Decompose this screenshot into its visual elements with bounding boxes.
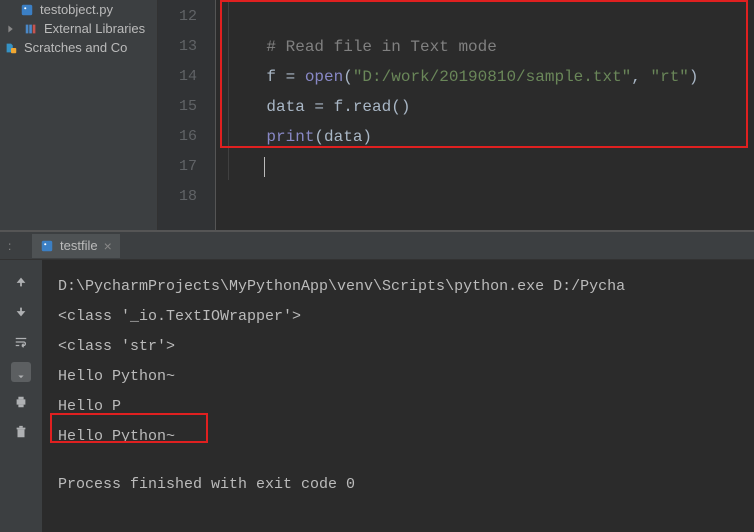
code-token: ) xyxy=(689,68,699,86)
line-number: 17 xyxy=(158,152,215,182)
sidebar-item-label: testobject.py xyxy=(40,2,113,17)
line-number: 13 xyxy=(158,32,215,62)
line-number: 18 xyxy=(158,182,215,212)
console-tab-testfile[interactable]: testfile × xyxy=(32,234,120,258)
console-line: D:\PycharmProjects\MyPythonApp\venv\Scri… xyxy=(58,272,738,302)
code-token: open xyxy=(305,68,343,86)
wrap-icon xyxy=(14,335,28,349)
code-line-17 xyxy=(228,152,754,182)
print-icon xyxy=(14,395,28,409)
code-token: "D:/work/20190810/sample.txt" xyxy=(353,68,631,86)
code-token: print xyxy=(266,128,314,146)
code-token: data = f.read() xyxy=(266,98,410,116)
code-line-13: # Read file in Text mode xyxy=(228,32,754,62)
delete-button[interactable] xyxy=(11,422,31,442)
console-line: <class '_io.TextIOWrapper'> xyxy=(58,302,738,332)
code-editor[interactable]: # Read file in Text mode f = open("D:/wo… xyxy=(216,0,754,230)
code-token: ( xyxy=(343,68,353,86)
run-label: : xyxy=(8,239,32,253)
library-icon xyxy=(24,22,38,36)
sidebar-item-file[interactable]: testobject.py xyxy=(0,0,157,19)
code-token: "rt" xyxy=(650,68,688,86)
console-toolbar xyxy=(0,260,42,532)
code-line-14: f = open("D:/work/20190810/sample.txt", … xyxy=(228,62,754,92)
console-output[interactable]: D:\PycharmProjects\MyPythonApp\venv\Scri… xyxy=(42,260,754,532)
code-comment: # Read file in Text mode xyxy=(266,38,496,56)
code-line-15: data = f.read() xyxy=(228,92,754,122)
sidebar-item-ext-libs[interactable]: External Libraries xyxy=(0,19,157,38)
code-line-18 xyxy=(228,182,754,212)
arrow-down-button[interactable] xyxy=(11,302,31,322)
print-button[interactable] xyxy=(11,392,31,412)
close-icon[interactable]: × xyxy=(104,238,112,254)
console-spacer xyxy=(58,452,738,470)
caret xyxy=(264,157,265,177)
code-token: , xyxy=(631,68,650,86)
code-line-16: print(data) xyxy=(228,122,754,152)
editor-area: testobject.py External Libraries Scratch… xyxy=(0,0,754,230)
line-number: 15 xyxy=(158,92,215,122)
python-file-icon xyxy=(40,239,54,253)
code-token: (data) xyxy=(314,128,372,146)
line-number: 12 xyxy=(158,2,215,32)
sidebar-item-label: Scratches and Co xyxy=(24,40,127,55)
line-number: 14 xyxy=(158,62,215,92)
arrow-down-icon xyxy=(14,305,28,319)
sidebar-item-label: External Libraries xyxy=(44,21,145,36)
line-number: 16 xyxy=(158,122,215,152)
python-file-icon xyxy=(20,3,34,17)
console-line: Hello Python~ xyxy=(58,362,738,392)
console-tab-bar: : testfile × xyxy=(0,232,754,260)
indent-guide xyxy=(228,0,229,180)
console-line: Hello Python~ xyxy=(58,422,738,452)
console-tab-label: testfile xyxy=(60,238,98,253)
console-line: Process finished with exit code 0 xyxy=(58,470,738,500)
console-line: Hello P xyxy=(58,392,738,422)
scroll-end-icon xyxy=(14,365,28,379)
code-token: f = xyxy=(266,68,304,86)
chevron-right-icon xyxy=(4,22,18,36)
arrow-up-button[interactable] xyxy=(11,272,31,292)
project-sidebar: testobject.py External Libraries Scratch… xyxy=(0,0,158,230)
console-line: <class 'str'> xyxy=(58,332,738,362)
trash-icon xyxy=(14,425,28,439)
console-area: D:\PycharmProjects\MyPythonApp\venv\Scri… xyxy=(0,260,754,532)
code-line-12 xyxy=(228,2,754,32)
soft-wrap-button[interactable] xyxy=(11,332,31,352)
scratches-icon xyxy=(4,41,18,55)
line-gutter: 12 13 14 15 16 17 18 xyxy=(158,0,216,230)
sidebar-item-scratches[interactable]: Scratches and Co xyxy=(0,38,157,57)
scroll-to-end-button[interactable] xyxy=(11,362,31,382)
arrow-up-icon xyxy=(14,275,28,289)
